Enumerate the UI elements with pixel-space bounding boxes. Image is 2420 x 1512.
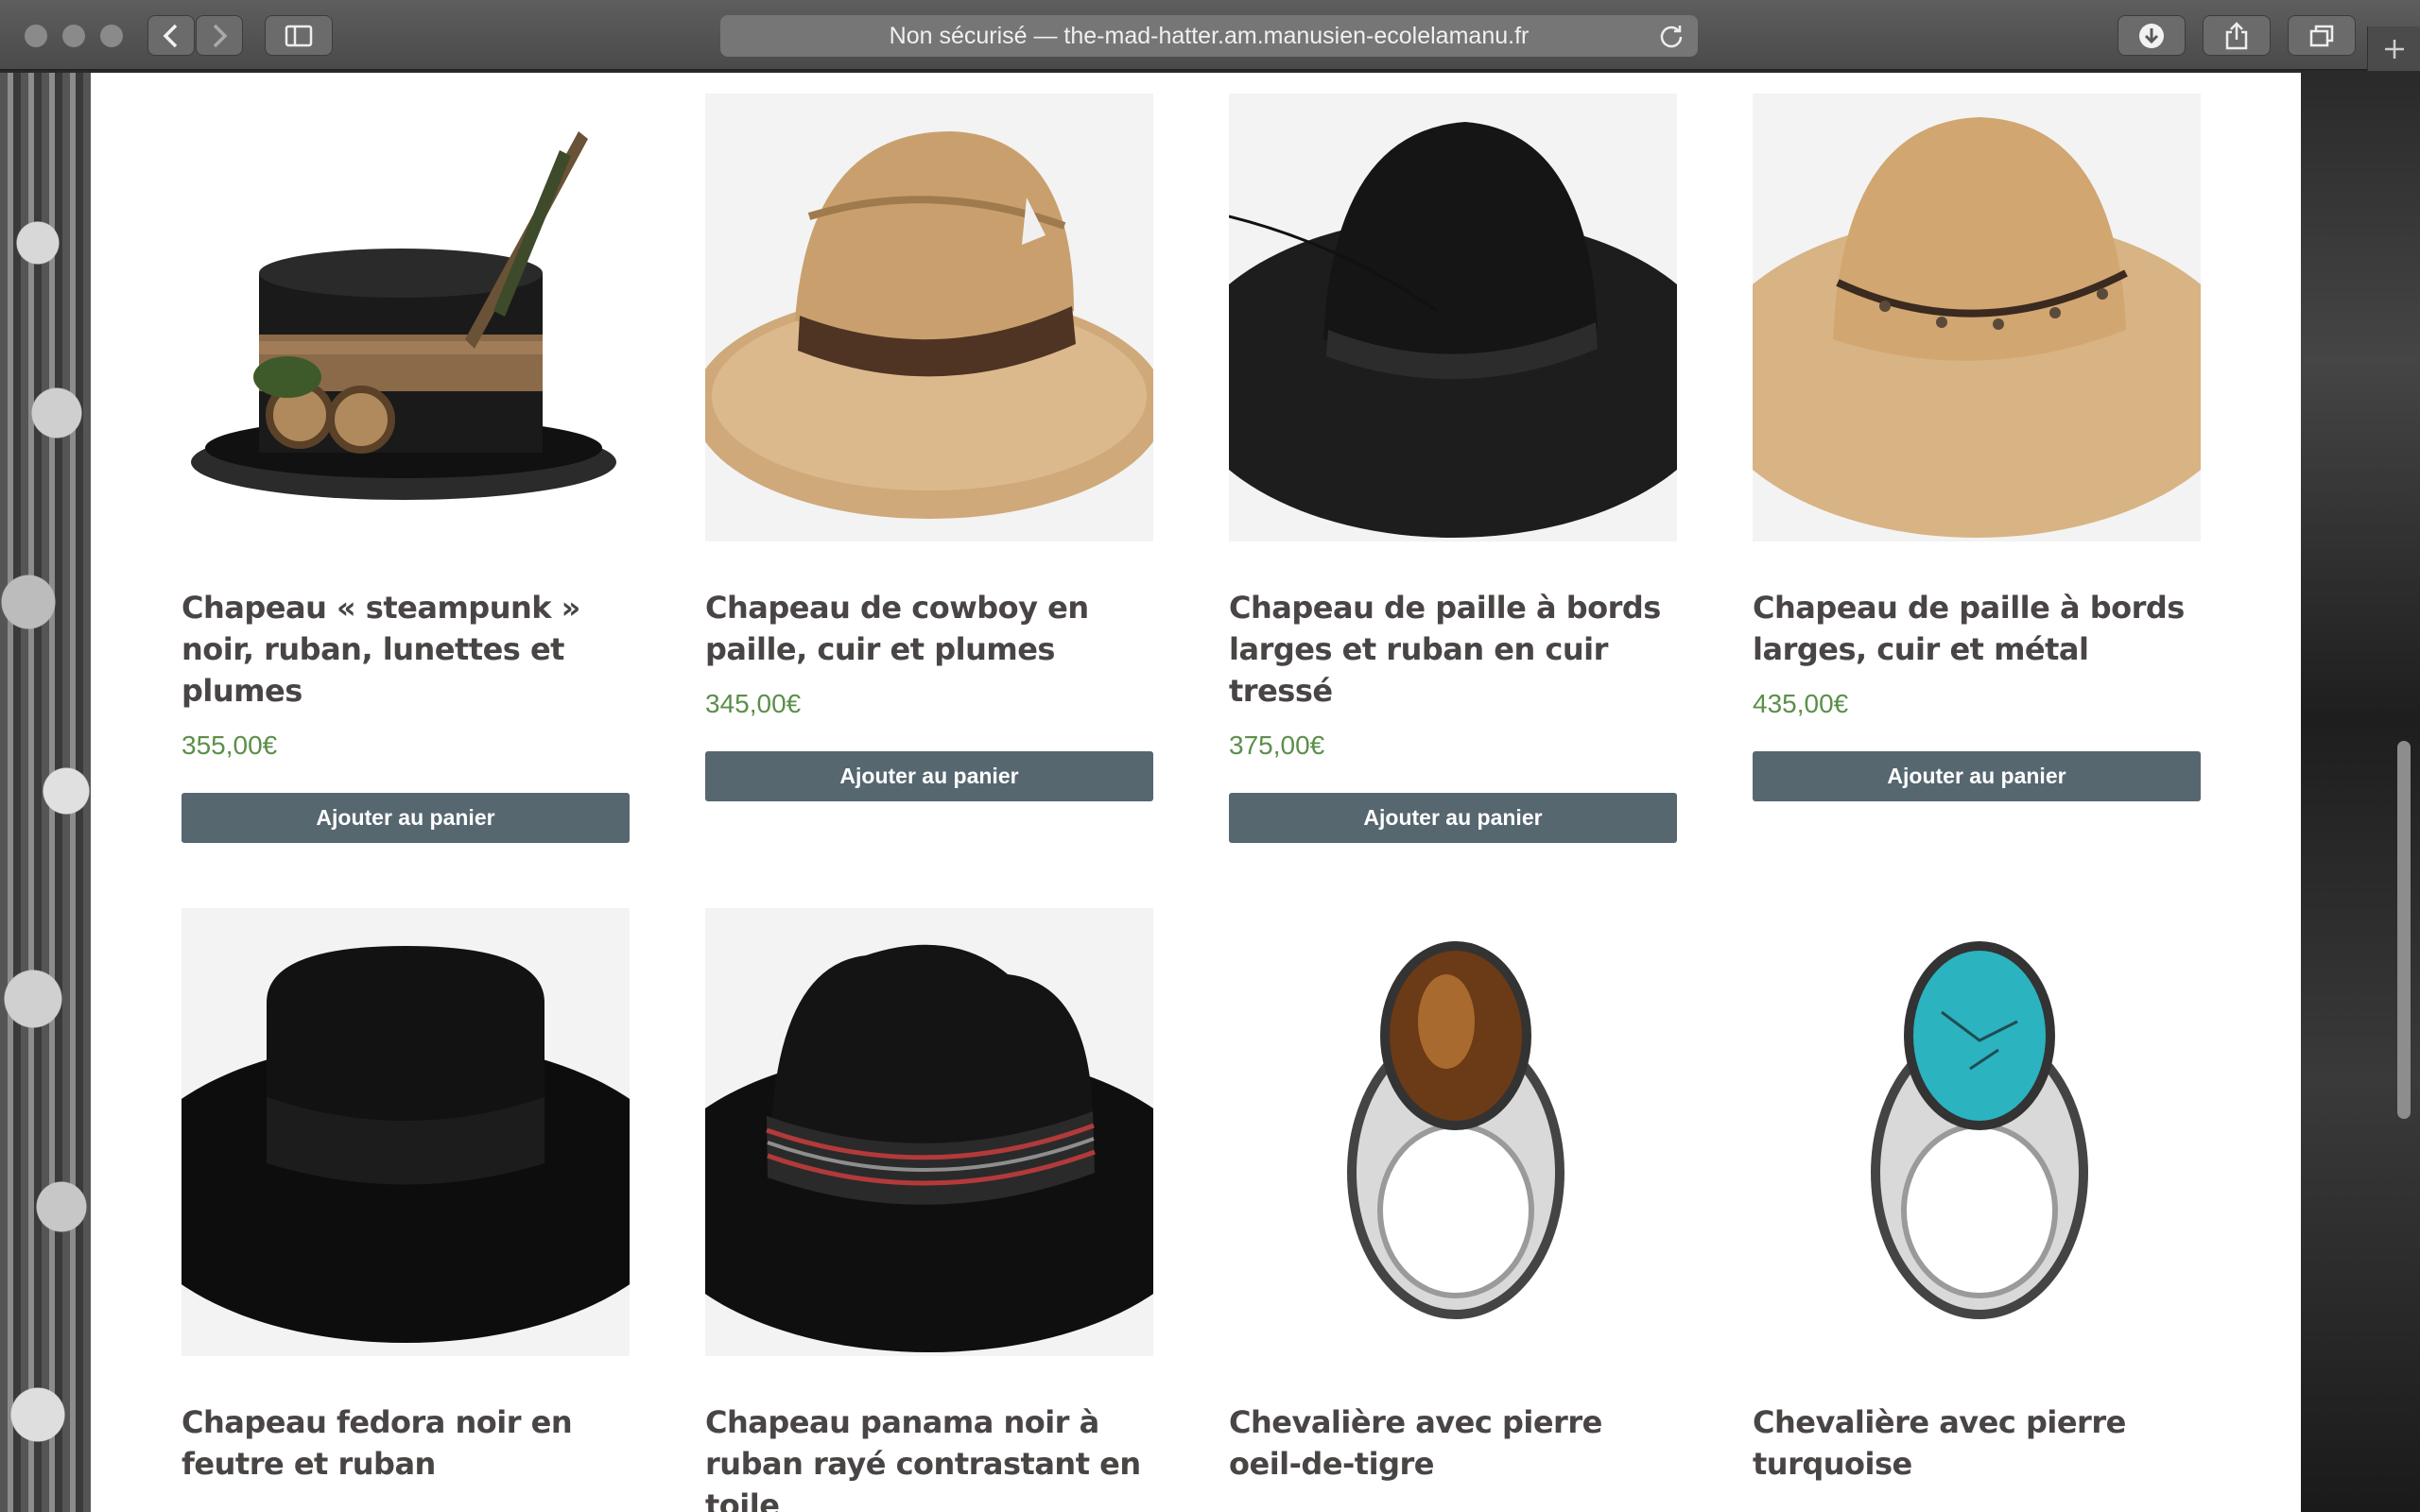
product-image[interactable]	[182, 908, 630, 1356]
product-grid: Chapeau « steampunk » noir, ruban, lunet…	[91, 73, 2301, 1512]
background-photo-left	[0, 73, 91, 1512]
product-card: Chapeau fedora noir en feutre et ruban	[182, 908, 630, 1485]
product-card: Chapeau de paille à bords larges, cuir e…	[1753, 94, 2201, 801]
straw-cowboy-hat-image	[705, 131, 1153, 519]
product-title[interactable]: Chapeau de paille à bords larges et ruba…	[1229, 587, 1677, 712]
product-card: Chevalière avec pierre turquoise	[1753, 908, 2201, 1485]
add-to-cart-button[interactable]: Ajouter au panier	[705, 751, 1153, 801]
product-title[interactable]: Chapeau « steampunk » noir, ruban, lunet…	[182, 587, 630, 712]
back-button[interactable]	[147, 15, 195, 56]
product-title[interactable]: Chapeau de paille à bords larges, cuir e…	[1753, 587, 2201, 670]
steampunk-hat-image	[191, 131, 616, 500]
wide-straw-hat-image	[1753, 117, 2201, 538]
product-image[interactable]	[705, 94, 1153, 541]
close-window-button[interactable]	[25, 25, 47, 47]
plus-icon	[2384, 39, 2404, 59]
minimize-window-button[interactable]	[62, 25, 85, 47]
product-card: Chapeau de paille à bords larges et ruba…	[1229, 94, 1677, 843]
product-title[interactable]: Chapeau de cowboy en paille, cuir et plu…	[705, 587, 1153, 670]
download-button[interactable]	[2118, 15, 2186, 56]
product-card: Chapeau de cowboy en paille, cuir et plu…	[705, 94, 1153, 801]
black-panama-hat-image	[705, 944, 1153, 1352]
product-title[interactable]: Chapeau fedora noir en feutre et ruban	[182, 1401, 630, 1485]
product-image[interactable]	[1753, 94, 2201, 541]
product-title[interactable]: Chevalière avec pierre turquoise	[1753, 1401, 2201, 1485]
add-to-cart-button[interactable]: Ajouter au panier	[1753, 751, 2201, 801]
share-button[interactable]	[2203, 15, 2271, 56]
sidebar-button[interactable]	[265, 15, 333, 56]
add-to-cart-button[interactable]: Ajouter au panier	[182, 793, 630, 843]
add-to-cart-button[interactable]: Ajouter au panier	[1229, 793, 1677, 843]
chevron-right-icon	[213, 24, 228, 47]
product-price: 375,00€	[1229, 730, 1325, 760]
product-image[interactable]	[182, 94, 630, 541]
product-card: Chevalière avec pierre oeil-de-tigre	[1229, 908, 1677, 1485]
zoom-window-button[interactable]	[100, 25, 123, 47]
product-price: 345,00€	[705, 689, 802, 718]
tabs-overview-button[interactable]	[2288, 15, 2356, 56]
product-price: 435,00€	[1753, 689, 1849, 718]
share-icon	[2225, 21, 2248, 49]
product-title[interactable]: Chevalière avec pierre oeil-de-tigre	[1229, 1401, 1677, 1485]
download-icon	[2139, 23, 2164, 48]
sidebar-icon	[285, 25, 313, 46]
tigers-eye-ring-image	[1347, 941, 1564, 1319]
address-text: Non sécurisé — the-mad-hatter.am.manusie…	[889, 22, 1530, 49]
forward-button[interactable]	[196, 15, 243, 56]
product-card: Chapeau panama noir à ruban rayé contras…	[705, 908, 1153, 1512]
browser-toolbar: Non sécurisé — the-mad-hatter.am.manusie…	[0, 0, 2420, 71]
product-image[interactable]	[1753, 908, 2201, 1356]
product-price: 355,00€	[182, 730, 278, 760]
black-straw-hat-image	[1229, 122, 1677, 538]
black-fedora-hat-image	[182, 946, 630, 1343]
product-card: Chapeau « steampunk » noir, ruban, lunet…	[182, 94, 630, 843]
turquoise-ring-image	[1871, 941, 2088, 1319]
product-image[interactable]	[705, 908, 1153, 1356]
address-bar[interactable]: Non sécurisé — the-mad-hatter.am.manusie…	[720, 15, 1698, 57]
tabs-icon	[2309, 25, 2334, 46]
product-image[interactable]	[1229, 908, 1677, 1356]
new-tab-button[interactable]	[2367, 26, 2420, 71]
reload-icon[interactable]	[1658, 23, 1685, 49]
page-scrollbar[interactable]	[2397, 741, 2411, 1119]
product-image[interactable]	[1229, 94, 1677, 541]
product-title[interactable]: Chapeau panama noir à ruban rayé contras…	[705, 1401, 1153, 1512]
chevron-left-icon	[163, 24, 178, 47]
